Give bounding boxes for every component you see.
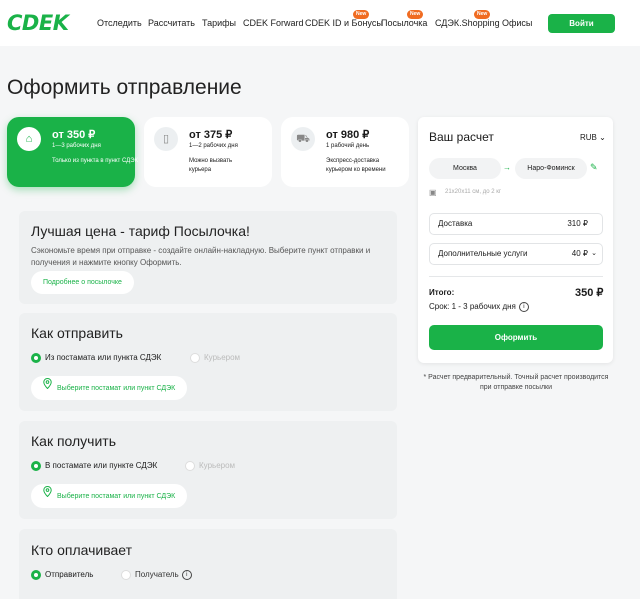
- tariff-days: 1—3 рабочих дня: [52, 143, 101, 149]
- receive-title: Как получить: [31, 433, 117, 449]
- radio-label: Получатель: [135, 570, 179, 579]
- radio-checked-icon: [31, 460, 41, 471]
- delivery-row: Доставка 310 ₽: [429, 213, 603, 235]
- pill-label: Выберите постамат или пункт СДЭК: [57, 384, 176, 392]
- radio-label: Курьером: [199, 461, 236, 470]
- nav-track[interactable]: Отследить: [97, 18, 142, 28]
- delivery-value: 310 ₽: [567, 219, 588, 228]
- to-city[interactable]: Наро-Фоминск: [515, 158, 587, 179]
- new-badge: New: [474, 10, 491, 19]
- radio-label: В постамате или пункте СДЭК: [45, 461, 158, 470]
- radio-checked-icon: [31, 352, 41, 363]
- promo-text: Сэкономьте время при отправке - создайте…: [31, 246, 371, 267]
- info-icon[interactable]: i: [518, 302, 529, 312]
- extra-services-value: 40 ₽: [571, 249, 588, 258]
- total-label: Итого:: [429, 288, 455, 297]
- total-value: 350 ₽: [575, 287, 604, 299]
- radio-label: Из постамата или пункта СДЭК: [45, 353, 162, 362]
- tariff-tab-courier[interactable]: ▯ от 375 ₽ 1—2 рабочих дня Можно вызвать…: [144, 117, 272, 187]
- truck-icon: ⛟: [291, 127, 315, 151]
- tariff-price: от 350 ₽: [52, 129, 96, 141]
- tariff-note: Экспресс-доставка курьером ко времени: [326, 158, 386, 173]
- divider: [429, 276, 603, 277]
- nav-posylochka[interactable]: Посылочка: [381, 18, 427, 28]
- more-about-posylochka-button[interactable]: Подробнее о посылочке: [31, 271, 134, 294]
- radio-icon: [185, 460, 195, 471]
- home-icon: ⌂: [17, 127, 41, 151]
- package-icon: ▣: [429, 188, 437, 197]
- from-city[interactable]: Москва: [429, 158, 501, 179]
- calculation-panel: Ваш расчет RUB ⌄ Москва → Наро-Фоминск ✎…: [418, 117, 613, 363]
- nav-offices[interactable]: Офисы: [502, 18, 532, 28]
- how-to-receive-card: Как получить В постамате или пункте СДЭК…: [19, 421, 397, 519]
- tariff-days: 1—2 рабочих дня: [189, 143, 238, 149]
- promo-title: Лучшая цена - тариф Посылочка!: [31, 223, 250, 239]
- radio-icon: [190, 352, 200, 363]
- how-to-send-card: Как отправить Из постамата или пункта СД…: [19, 313, 397, 411]
- send-title: Как отправить: [31, 325, 123, 341]
- tariff-note: Только из пункта в пункт СДЭК: [52, 158, 139, 164]
- package-size[interactable]: 21x20x11 см, до 2 кг: [445, 189, 501, 195]
- nav-cdek-forward[interactable]: CDEK Forward: [243, 18, 304, 28]
- radio-label: Курьером: [204, 353, 241, 362]
- choose-receive-point-button[interactable]: Выберите постамат или пункт СДЭК: [31, 484, 188, 508]
- extra-services-row[interactable]: Дополнительные услуги 40 ₽ ⌄: [429, 243, 603, 265]
- door-icon: ▯: [154, 127, 178, 151]
- map-pin-icon: [43, 484, 52, 508]
- delivery-label: Доставка: [438, 219, 473, 228]
- send-option-pickup[interactable]: Из постамата или пункта СДЭК: [31, 352, 161, 364]
- nav-tariffs[interactable]: Тарифы: [202, 18, 236, 28]
- page-title: Оформить отправление: [7, 76, 242, 99]
- cdek-logo[interactable]: CDEK: [7, 11, 69, 35]
- receive-option-courier[interactable]: Курьером: [185, 460, 235, 472]
- nav-cdek-id[interactable]: CDEK ID и Бонусы: [305, 18, 383, 28]
- nav-calculate[interactable]: Рассчитать: [148, 18, 195, 28]
- tariff-tab-posylochka[interactable]: ⌂ от 350 ₽ 1—3 рабочих дня Только из пун…: [7, 117, 138, 187]
- who-pays-card: Кто оплачивает Отправитель Получатель i: [19, 529, 397, 599]
- delivery-term: Срок: 1 - 3 рабочих дня i: [429, 302, 529, 312]
- payer-option-sender[interactable]: Отправитель: [31, 569, 93, 581]
- calc-title: Ваш расчет: [429, 130, 494, 144]
- choose-send-point-button[interactable]: Выберите постамат или пункт СДЭК: [31, 376, 188, 400]
- receive-option-pickup[interactable]: В постамате или пункте СДЭК: [31, 460, 157, 472]
- term-text: Срок: 1 - 3 рабочих дня: [429, 302, 516, 312]
- map-pin-icon: [43, 376, 52, 400]
- edit-icon[interactable]: ✎: [590, 162, 598, 173]
- send-option-courier[interactable]: Курьером: [190, 352, 240, 364]
- currency-select[interactable]: RUB ⌄: [580, 133, 606, 142]
- footnote: * Расчет предварительный. Точный расчет …: [423, 374, 609, 391]
- pill-label: Выберите постамат или пункт СДЭК: [57, 492, 176, 500]
- payer-title: Кто оплачивает: [31, 542, 133, 558]
- radio-icon: [121, 569, 131, 580]
- header: CDEK Отследить Рассчитать Тарифы CDEK Fo…: [0, 0, 640, 46]
- info-icon[interactable]: i: [181, 569, 192, 580]
- new-badge: New: [407, 10, 424, 19]
- tariff-price: от 980 ₽: [326, 129, 370, 141]
- login-button[interactable]: Войти: [548, 14, 615, 33]
- tariff-days: 1 рабочий день: [326, 143, 370, 149]
- arrow-right-icon: →: [503, 163, 511, 172]
- new-badge: New: [353, 10, 370, 19]
- promo-card: Лучшая цена - тариф Посылочка! Сэкономьт…: [19, 211, 397, 304]
- extra-services-label: Дополнительные услуги: [438, 249, 528, 258]
- order-button[interactable]: Оформить: [429, 325, 603, 350]
- chevron-down-icon: ⌄: [591, 250, 597, 257]
- radio-checked-icon: [31, 569, 41, 580]
- currency-value: RUB: [580, 133, 597, 142]
- tariff-price: от 375 ₽: [189, 129, 233, 141]
- radio-label: Отправитель: [45, 570, 94, 579]
- tariff-note: Можно вызвать курьера: [189, 158, 233, 173]
- payer-option-recipient[interactable]: Получатель i: [121, 569, 192, 581]
- nav-shopping[interactable]: СДЭК.Shopping: [435, 18, 500, 28]
- chevron-down-icon: ⌄: [599, 133, 606, 142]
- tariff-tab-express[interactable]: ⛟ от 980 ₽ 1 рабочий день Экспресс-доста…: [281, 117, 409, 187]
